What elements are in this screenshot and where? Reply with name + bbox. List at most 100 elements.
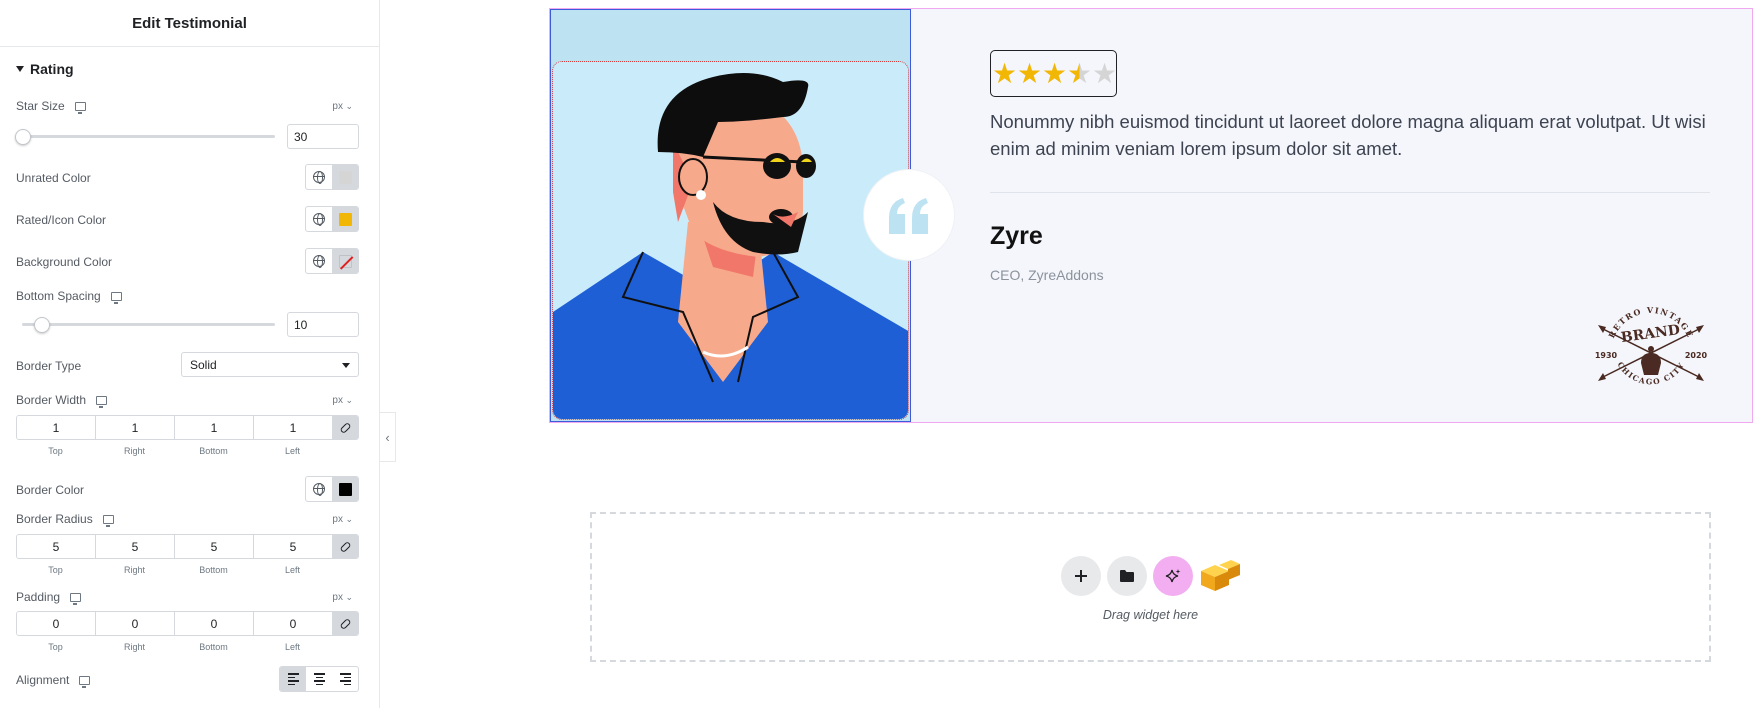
border-radius-label: Border Radius xyxy=(16,512,114,527)
side-labels: Top Right Bottom Left xyxy=(16,642,332,652)
half-star-icon: ★ xyxy=(1067,57,1093,89)
border-width-bottom[interactable]: 1 xyxy=(175,416,254,439)
border-type-select[interactable]: Solid xyxy=(181,352,359,377)
desktop-icon[interactable] xyxy=(102,514,114,527)
rated-color-control[interactable] xyxy=(305,206,359,232)
padding-inputs: 0 0 0 0 xyxy=(16,611,359,636)
align-left-button[interactable] xyxy=(280,667,306,691)
padding-top[interactable]: 0 xyxy=(17,612,96,635)
border-width-right[interactable]: 1 xyxy=(96,416,175,439)
widget-drop-zone[interactable]: Drag widget here xyxy=(590,512,1711,662)
border-color-picker[interactable] xyxy=(333,477,358,501)
link-values-button[interactable] xyxy=(333,535,358,558)
alignment-label: Alignment xyxy=(16,673,91,688)
global-colors-button[interactable] xyxy=(306,249,333,273)
border-radius-left[interactable]: 5 xyxy=(254,535,333,558)
side-label-left: Left xyxy=(284,565,300,575)
svg-text:1930: 1930 xyxy=(1595,351,1618,360)
border-width-label: Border Width xyxy=(16,393,108,408)
collapse-panel-button[interactable]: ‹ xyxy=(380,412,396,462)
unrated-color-control[interactable] xyxy=(305,164,359,190)
link-icon xyxy=(339,540,352,553)
border-width-left[interactable]: 1 xyxy=(254,416,333,439)
side-label-top: Top xyxy=(48,446,63,456)
align-left-icon xyxy=(287,673,299,685)
link-values-button[interactable] xyxy=(333,416,358,439)
section-title-label: Rating xyxy=(30,61,74,77)
rated-color-picker[interactable] xyxy=(333,207,358,231)
padding-left[interactable]: 0 xyxy=(254,612,333,635)
border-radius-right[interactable]: 5 xyxy=(96,535,175,558)
side-label-bottom: Bottom xyxy=(199,565,228,575)
star-size-text: Star Size xyxy=(16,99,65,113)
side-label-top: Top xyxy=(48,642,63,652)
border-width-top[interactable]: 1 xyxy=(17,416,96,439)
folder-icon xyxy=(1120,570,1134,582)
retro-vintage-brand-logo: RETRO VINTAGE BRAND 1930 2020 CHICAGO CI… xyxy=(1595,305,1708,386)
ai-assistant-button[interactable] xyxy=(1153,556,1193,596)
bottom-spacing-text: Bottom Spacing xyxy=(16,289,101,303)
desktop-icon[interactable] xyxy=(79,675,91,688)
zyre-cube-icon xyxy=(1201,560,1240,591)
border-width-unit[interactable]: px xyxy=(332,395,353,406)
color-swatch xyxy=(339,212,352,226)
side-label-bottom: Bottom xyxy=(199,642,228,652)
align-right-button[interactable] xyxy=(332,667,358,691)
side-label-bottom: Bottom xyxy=(199,446,228,456)
star-size-slider-handle[interactable] xyxy=(15,129,31,145)
padding-label: Padding xyxy=(16,590,82,605)
section-toggle-rating[interactable]: Rating xyxy=(16,61,74,77)
border-radius-unit[interactable]: px xyxy=(332,514,353,525)
bottom-spacing-input[interactable]: 10 xyxy=(287,312,359,337)
border-width-inputs: 1 1 1 1 xyxy=(16,415,359,440)
border-radius-top[interactable]: 5 xyxy=(17,535,96,558)
bottom-spacing-slider[interactable] xyxy=(22,323,275,326)
align-center-icon xyxy=(313,673,325,685)
desktop-icon[interactable] xyxy=(70,592,82,605)
testimonial-widget[interactable]: ★ ★ ★ ★ ★ Nonummy nibh euismod tincidunt… xyxy=(549,8,1753,423)
chevron-left-icon: ‹ xyxy=(385,429,390,445)
unrated-color-label: Unrated Color xyxy=(16,171,91,185)
quote-mark-icon xyxy=(889,198,928,234)
star-rating[interactable]: ★ ★ ★ ★ ★ xyxy=(990,50,1117,97)
plus-icon xyxy=(1075,570,1087,582)
globe-icon xyxy=(313,483,325,496)
add-template-button[interactable] xyxy=(1107,556,1147,596)
border-color-control[interactable] xyxy=(305,476,359,502)
global-colors-button[interactable] xyxy=(306,477,333,501)
zyre-addons-button[interactable] xyxy=(1197,556,1243,596)
background-color-label: Background Color xyxy=(16,255,113,269)
desktop-icon[interactable] xyxy=(110,291,122,304)
background-color-control[interactable] xyxy=(305,248,359,274)
bottom-spacing-slider-handle[interactable] xyxy=(34,317,50,333)
desktop-icon[interactable] xyxy=(96,395,108,408)
padding-bottom[interactable]: 0 xyxy=(175,612,254,635)
unrated-color-picker[interactable] xyxy=(333,165,358,189)
star-size-slider[interactable] xyxy=(22,135,275,138)
background-color-picker[interactable] xyxy=(333,249,358,273)
side-label-left: Left xyxy=(284,446,300,456)
side-label-right: Right xyxy=(123,642,145,652)
no-color-swatch xyxy=(339,254,352,268)
testimonial-image-column[interactable] xyxy=(550,9,911,422)
padding-right[interactable]: 0 xyxy=(96,612,175,635)
link-values-button[interactable] xyxy=(333,612,358,635)
desktop-icon[interactable] xyxy=(74,101,86,114)
star-size-input[interactable]: 30 xyxy=(287,124,359,149)
star-icon: ★ xyxy=(1042,57,1068,89)
alignment-text: Alignment xyxy=(16,673,70,687)
align-center-button[interactable] xyxy=(306,667,332,691)
testimonial-avatar[interactable] xyxy=(552,61,909,420)
global-colors-button[interactable] xyxy=(306,165,333,189)
global-colors-button[interactable] xyxy=(306,207,333,231)
star-size-unit[interactable]: px xyxy=(332,101,353,112)
alignment-control xyxy=(279,666,359,692)
link-icon xyxy=(339,421,352,434)
color-swatch xyxy=(339,170,352,184)
add-section-button[interactable] xyxy=(1061,556,1101,596)
star-icon: ★ xyxy=(992,57,1018,89)
svg-text:2020: 2020 xyxy=(1685,351,1708,360)
quote-badge xyxy=(864,170,954,260)
border-radius-bottom[interactable]: 5 xyxy=(175,535,254,558)
padding-unit[interactable]: px xyxy=(332,592,353,603)
